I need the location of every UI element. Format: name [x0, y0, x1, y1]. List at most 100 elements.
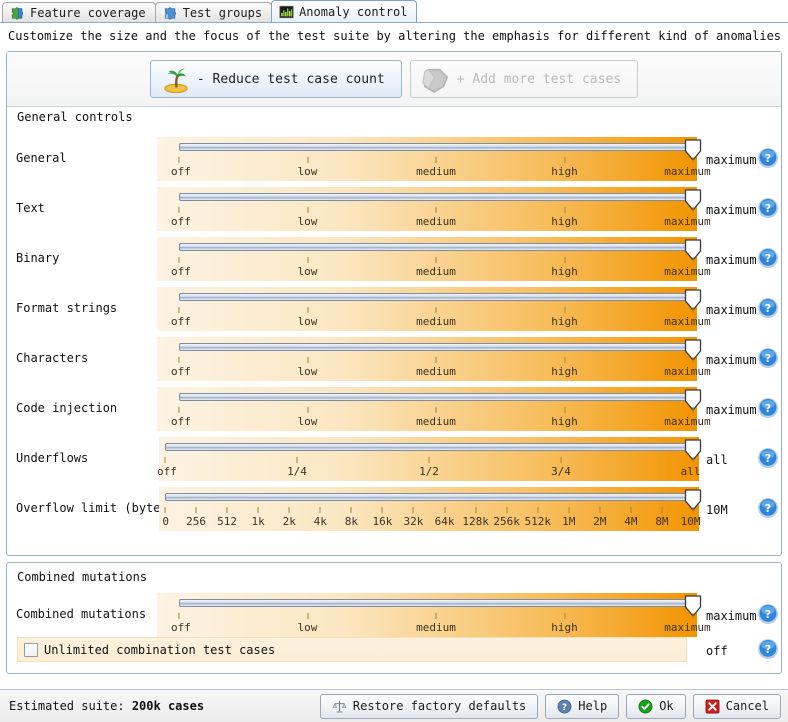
slider-track[interactable]: 02565121k2k4k8k16k32k64k128k256k512k1M2M… — [159, 487, 699, 531]
slider-tick-label: 8M — [655, 515, 668, 529]
scales-icon — [332, 699, 347, 714]
slider-tick-mark — [693, 613, 694, 619]
slider-rail[interactable] — [179, 393, 693, 401]
slider-tick-mark — [564, 157, 565, 163]
slider-rail[interactable] — [179, 293, 693, 301]
slider-tick-mark — [564, 207, 565, 213]
help-icon[interactable]: ? — [757, 197, 779, 219]
help-icon[interactable]: ? — [757, 397, 779, 419]
svg-text:?: ? — [765, 402, 771, 415]
stone-icon — [421, 64, 451, 94]
button-label: Cancel — [726, 699, 769, 713]
slider-tick-mark — [196, 507, 197, 513]
slider-tick-mark — [561, 457, 562, 463]
slider-ticks: offlowmediumhighmaximum — [157, 257, 697, 281]
slider-tick-mark — [693, 407, 694, 413]
help-icon[interactable]: ? — [757, 603, 779, 625]
slider-rail[interactable] — [165, 493, 693, 501]
help-icon[interactable]: ? — [757, 147, 779, 169]
slider-tick-label: 512k — [524, 515, 551, 529]
slider-tick-label: 3/4 — [551, 465, 571, 479]
slider-value: maximum — [706, 609, 757, 623]
slider-tick-mark — [289, 507, 290, 513]
slider-tick-mark — [564, 257, 565, 263]
slider-tick-mark — [693, 207, 694, 213]
general-controls-panel: - Reduce test case count+ Add more test … — [6, 51, 782, 556]
slider-ticks: offlowmediumhighmaximum — [157, 157, 697, 181]
tab-test-groups[interactable]: Test groups — [155, 2, 272, 22]
slider-row: Code injectionofflowmediumhighmaximummax… — [7, 384, 781, 434]
slider-track[interactable]: offlowmediumhighmaximum — [157, 137, 697, 181]
slider-tick-label: off — [171, 215, 191, 229]
button-cancel[interactable]: Cancel — [693, 694, 781, 719]
slider-tick-mark — [436, 307, 437, 313]
slider-tick-mark — [307, 207, 308, 213]
slider-track[interactable]: offlowmediumhighmaximum — [157, 287, 697, 331]
slider-row: Overflow limit (bytes)02565121k2k4k8k16k… — [7, 484, 781, 534]
slider-tick-mark — [436, 257, 437, 263]
slider-tick-label: 2k — [283, 515, 296, 529]
help-icon[interactable]: ? — [757, 247, 779, 269]
help-icon[interactable]: ? — [757, 297, 779, 319]
slider-tick-mark — [382, 507, 383, 513]
slider-tick-label: off — [171, 365, 191, 379]
slider-tick-mark — [351, 507, 352, 513]
slider-tick-label: maximum — [664, 165, 710, 179]
slider-tick-label: low — [298, 415, 318, 429]
slider-tick-label: 0 — [162, 515, 169, 529]
slider-track[interactable]: off1/41/23/4all — [159, 437, 699, 481]
slider-track[interactable]: offlowmediumhighmaximum — [157, 187, 697, 231]
slider-rail[interactable] — [179, 599, 693, 607]
tab-anomaly-control[interactable]: Anomaly control — [271, 0, 417, 22]
dialog-buttons: Restore factory defaults ?Help Ok Cancel — [320, 694, 788, 719]
slider-value: maximum — [706, 253, 757, 267]
slider-tick-mark — [307, 407, 308, 413]
slider-row: Charactersofflowmediumhighmaximummaximum… — [7, 334, 781, 384]
slider-value: all — [706, 453, 728, 467]
slider-track[interactable]: offlowmediumhighmaximum — [157, 237, 697, 281]
slider-tick-mark — [413, 507, 414, 513]
help-icon[interactable]: ? — [757, 497, 779, 519]
slider-rail[interactable] — [179, 143, 693, 151]
slider-tick-mark — [307, 257, 308, 263]
mode-button-reduce[interactable]: - Reduce test case count — [150, 60, 402, 98]
slider-tick-mark — [165, 507, 166, 513]
tab-feature-coverage[interactable]: Feature coverage — [2, 2, 156, 22]
slider-rail[interactable] — [179, 343, 693, 351]
slider-tick-label: low — [298, 165, 318, 179]
slider-rail[interactable] — [165, 443, 693, 451]
slider-tick-mark — [693, 507, 694, 513]
button-restore-factory-defaults[interactable]: Restore factory defaults — [320, 694, 538, 719]
slider-tick-label: medium — [416, 621, 456, 635]
slider-tick-mark — [537, 507, 538, 513]
button-ok[interactable]: Ok — [626, 694, 685, 719]
mode-button-add: + Add more test cases — [410, 60, 638, 98]
help-icon[interactable]: ? — [757, 447, 779, 469]
help-icon[interactable]: ? — [757, 638, 779, 660]
slider-tick-mark — [307, 357, 308, 363]
unlimited-combination-checkbox-row[interactable]: Unlimited combination test cases — [17, 637, 687, 662]
slider-tick-label: 4M — [624, 515, 637, 529]
slider-tick-mark — [564, 307, 565, 313]
slider-track[interactable]: offlowmediumhighmaximum — [157, 593, 697, 637]
slider-tick-mark — [307, 307, 308, 313]
slider-tick-mark — [444, 507, 445, 513]
slider-ticks: 02565121k2k4k8k16k32k64k128k256k512k1M2M… — [159, 507, 699, 531]
cancel-red-icon — [705, 699, 720, 714]
help-icon[interactable]: ? — [757, 347, 779, 369]
slider-tick-mark — [475, 507, 476, 513]
slider-tick-label: 1/4 — [287, 465, 307, 479]
slider-rail[interactable] — [179, 193, 693, 201]
unlimited-combination-checkbox[interactable] — [24, 643, 38, 657]
slider-tick-label: off — [171, 415, 191, 429]
slider-rail[interactable] — [179, 243, 693, 251]
slider-track[interactable]: offlowmediumhighmaximum — [157, 337, 697, 381]
slider-track[interactable]: offlowmediumhighmaximum — [157, 387, 697, 431]
slider-tick-label: off — [171, 165, 191, 179]
slider-tick-label: 2M — [593, 515, 606, 529]
general-controls-title: General controls — [17, 110, 133, 124]
tab-label: Feature coverage — [30, 6, 146, 20]
slider-tick-mark — [307, 613, 308, 619]
button-help[interactable]: ?Help — [545, 694, 619, 719]
slider-tick-label: high — [551, 265, 578, 279]
